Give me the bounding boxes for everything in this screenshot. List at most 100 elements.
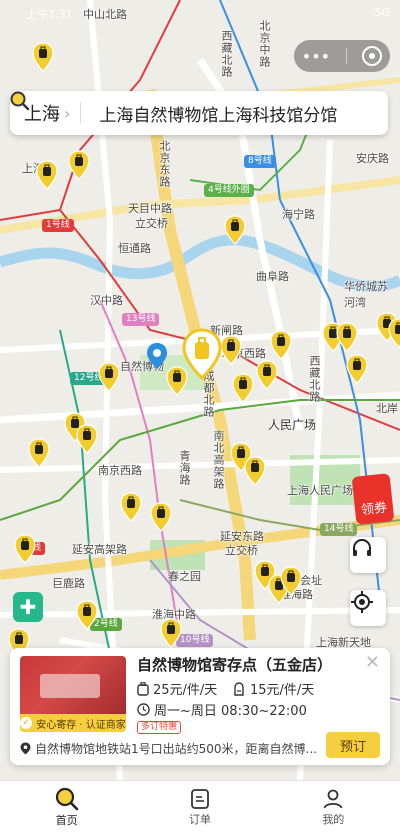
orders-icon bbox=[191, 788, 209, 809]
locate-button[interactable] bbox=[350, 590, 386, 626]
museum-poi-icon[interactable] bbox=[146, 342, 168, 370]
profile-icon bbox=[323, 789, 343, 808]
address-text: 自然博物馆地铁站1号口出站约500米，距离自然博... bbox=[35, 742, 317, 756]
storage-pin[interactable] bbox=[150, 502, 172, 532]
storage-pin[interactable] bbox=[336, 322, 358, 352]
selected-location-pin[interactable] bbox=[182, 328, 222, 380]
storage-pin[interactable] bbox=[346, 354, 368, 384]
road-label: 巨鹿路 bbox=[52, 577, 85, 590]
location-pin-icon bbox=[20, 742, 31, 755]
storage-pin[interactable] bbox=[68, 150, 90, 180]
storage-pin[interactable] bbox=[32, 42, 54, 72]
check-icon: ✓ bbox=[20, 717, 33, 729]
hours-text: 周一~周日 08:30~22:00 bbox=[154, 704, 307, 719]
storage-pin[interactable] bbox=[36, 160, 58, 190]
road-label: 延安高架路 bbox=[72, 543, 127, 556]
road-label: 青海路 bbox=[178, 450, 191, 486]
storage-pin[interactable] bbox=[244, 456, 266, 486]
storage-pin[interactable] bbox=[270, 330, 292, 360]
store-photo[interactable] bbox=[20, 656, 126, 722]
road-label: 西藏北路 bbox=[308, 355, 321, 403]
trust-label: 安心寄存 · 认证商家 bbox=[36, 719, 126, 731]
road-label: 南北高架路 bbox=[212, 430, 225, 490]
storage-info-card[interactable]: ✓ 安心寄存 · 认证商家 自然博物馆寄存点（五金店） ✕ 25元/件/天 15… bbox=[10, 648, 390, 765]
metro-tag: 4号线外圈 bbox=[204, 184, 254, 197]
road-label: 华侨城苏河湾 bbox=[344, 280, 388, 309]
chevron-right-icon: › bbox=[64, 103, 71, 123]
miniapp-capsule[interactable]: ••• bbox=[294, 40, 390, 72]
close-icon[interactable]: ✕ bbox=[365, 652, 380, 673]
road-label: 北京东路 bbox=[158, 140, 171, 188]
headset-icon bbox=[353, 539, 371, 556]
bottom-tab-bar: 首页 订单 我的 bbox=[0, 780, 400, 832]
road-label: 安庆路 bbox=[356, 152, 389, 165]
storage-pin[interactable] bbox=[388, 318, 400, 348]
storage-pin[interactable] bbox=[160, 618, 182, 648]
metro-tag: 13号线 bbox=[122, 313, 160, 326]
close-miniapp-icon[interactable] bbox=[362, 46, 383, 66]
price-large: 15元/件/天 bbox=[232, 679, 314, 698]
road-label: 南京西路 bbox=[98, 464, 142, 477]
status-network: 5G bbox=[374, 6, 390, 19]
store-name[interactable]: 自然博物馆寄存点（五金店） bbox=[137, 654, 332, 675]
road-label: 中山北路 bbox=[83, 8, 127, 21]
road-label: 北岸 bbox=[376, 402, 398, 415]
road-label: 立交桥 bbox=[225, 544, 258, 557]
tab-orders[interactable]: 订单 bbox=[133, 781, 266, 832]
storage-pin[interactable] bbox=[256, 360, 278, 390]
tab-home-label: 首页 bbox=[55, 813, 78, 827]
status-time: 上午3:31 bbox=[26, 8, 73, 21]
customer-service-button[interactable] bbox=[350, 537, 386, 573]
shield-plus-icon: ✚ bbox=[19, 595, 37, 619]
storage-pin[interactable] bbox=[220, 335, 242, 365]
road-label: 西藏北路 bbox=[220, 30, 233, 78]
book-button[interactable]: 预订 bbox=[326, 732, 380, 758]
home-search-icon bbox=[55, 787, 78, 810]
insurance-shield-button[interactable]: ✚ bbox=[13, 592, 43, 622]
status-bar: 上午3:31 5G bbox=[26, 6, 390, 24]
storage-pin[interactable] bbox=[98, 362, 120, 392]
road-label: 汉中路 bbox=[90, 294, 123, 307]
road-label: 春之园 bbox=[168, 570, 201, 583]
storage-pin[interactable] bbox=[120, 492, 142, 522]
coupon-button[interactable]: 领券 bbox=[351, 473, 395, 525]
road-label: 曲阜路 bbox=[256, 270, 289, 283]
opening-hours: 周一~周日 08:30~22:00 bbox=[137, 700, 307, 719]
road-label: 天目中路 bbox=[128, 202, 172, 215]
metro-tag: 8号线 bbox=[244, 155, 276, 168]
tab-profile-label: 我的 bbox=[322, 812, 345, 826]
metro-tag: 14号线 bbox=[320, 523, 358, 536]
backpack-icon bbox=[234, 681, 244, 696]
metro-tag: 1号线 bbox=[42, 219, 74, 232]
coupon-label: 领券 bbox=[360, 500, 388, 519]
small-luggage-icon bbox=[137, 681, 149, 696]
storage-pin[interactable] bbox=[224, 215, 246, 245]
search-bar[interactable]: 上海 › 上海自然博物馆上海科技馆分馆 bbox=[10, 91, 388, 135]
storage-pin[interactable] bbox=[76, 600, 98, 630]
tab-home[interactable]: 首页 bbox=[0, 781, 133, 832]
discount-badge: 多订特惠 bbox=[137, 721, 182, 734]
road-label: 海宁路 bbox=[282, 208, 315, 221]
locate-icon bbox=[351, 591, 373, 613]
search-input[interactable]: 上海自然博物馆上海科技馆分馆 bbox=[99, 101, 337, 126]
price-small-text: 25元/件/天 bbox=[153, 683, 218, 698]
road-label: 立交桥 bbox=[135, 217, 168, 230]
clock-icon bbox=[137, 703, 150, 716]
storage-pin[interactable] bbox=[14, 534, 36, 564]
storage-pin[interactable] bbox=[280, 566, 302, 596]
price-large-text: 15元/件/天 bbox=[250, 683, 315, 698]
trust-badge: ✓ 安心寄存 · 认证商家 bbox=[20, 714, 126, 732]
storage-pin[interactable] bbox=[76, 424, 98, 454]
road-label: 北京中路 bbox=[258, 20, 271, 68]
road-label: 上海人民广场 bbox=[287, 484, 353, 497]
storage-pin[interactable] bbox=[28, 438, 50, 468]
road-label: 恒通路 bbox=[118, 242, 151, 255]
road-label: 人民广场 bbox=[268, 418, 317, 432]
price-small: 25元/件/天 bbox=[137, 679, 217, 698]
search-icon bbox=[10, 91, 30, 111]
more-icon[interactable]: ••• bbox=[302, 47, 330, 66]
tab-profile[interactable]: 我的 bbox=[267, 781, 400, 832]
storage-pin[interactable] bbox=[232, 373, 254, 403]
divider bbox=[80, 102, 82, 124]
store-address: 自然博物馆地铁站1号口出站约500米，距离自然博... bbox=[20, 740, 320, 757]
